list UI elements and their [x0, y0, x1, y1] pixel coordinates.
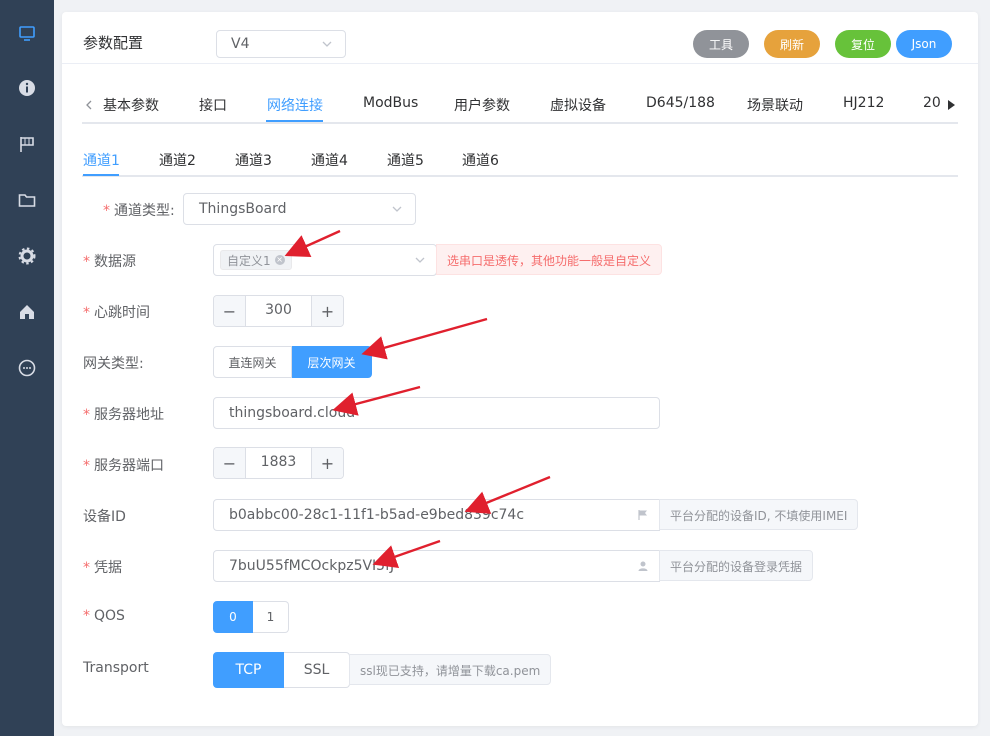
chevron-down-icon [392, 206, 402, 212]
server-address-label: * 服务器地址 [83, 407, 164, 423]
version-select[interactable]: V4 [216, 30, 346, 58]
qos-label: * QOS [83, 608, 125, 624]
flag-icon[interactable] [17, 134, 37, 154]
tab-20[interactable]: 20 [923, 95, 941, 111]
sidebar [0, 0, 54, 736]
chevron-down-icon [322, 41, 332, 47]
right-panel [990, 0, 997, 736]
data-source-label: * 数据源 [83, 254, 136, 270]
credential-label: * 凭据 [83, 560, 122, 576]
tab-hj212[interactable]: HJ212 [843, 95, 884, 111]
tab-channel-4[interactable]: 通道4 [311, 150, 348, 170]
qos-option-0[interactable]: 0 [213, 601, 253, 633]
transport-label: Transport [83, 660, 149, 676]
decrement-button[interactable]: − [214, 448, 246, 478]
channel-type-select[interactable]: ThingsBoard [183, 193, 416, 225]
tab-channel-6[interactable]: 通道6 [462, 150, 499, 170]
chevron-down-icon [415, 257, 425, 263]
page-title: 参数配置 [83, 34, 144, 52]
version-value: V4 [231, 36, 250, 52]
server-port-value[interactable]: 1883 [246, 454, 311, 470]
heartbeat-label: * 心跳时间 [83, 305, 150, 321]
transport-hint: ssl现已支持，请增量下载ca.pem [349, 654, 552, 685]
json-button[interactable]: Json [896, 30, 952, 58]
tab-basic-params[interactable]: 基本参数 [103, 95, 159, 115]
flag-icon [638, 510, 647, 520]
qos-option-1[interactable]: 1 [253, 601, 289, 633]
main-tabs: 基本参数 接口 网络连接 ModBus 用户参数 虚拟设备 D645/188 场… [82, 90, 958, 124]
tab-virtual-device[interactable]: 虚拟设备 [550, 95, 606, 115]
qos-radio: 0 1 [213, 601, 289, 633]
gateway-type-label: 网关类型: [83, 356, 144, 372]
credential-input[interactable]: 7buU55fMCOckpz5VI5fJ [213, 550, 660, 582]
server-address-input[interactable]: thingsboard.cloud [213, 397, 660, 429]
tab-interface[interactable]: 接口 [199, 95, 227, 115]
device-id-hint: 平台分配的设备ID, 不填使用IMEI [659, 499, 859, 530]
channel-type-label: * 通道类型: [103, 203, 175, 219]
tab-channel-3[interactable]: 通道3 [235, 150, 272, 170]
gateway-type-radio: 直连网关 层次网关 [213, 346, 372, 378]
tab-network[interactable]: 网络连接 [267, 95, 323, 115]
data-source-tag: 自定义1 × [220, 250, 292, 270]
user-icon [638, 561, 648, 571]
monitor-icon[interactable] [17, 23, 37, 43]
data-source-select[interactable]: 自定义1 × [213, 244, 437, 276]
credential-hint: 平台分配的设备登录凭据 [659, 550, 814, 581]
gateway-direct-option[interactable]: 直连网关 [213, 346, 292, 378]
increment-button[interactable]: + [311, 296, 343, 326]
device-id-input[interactable]: b0abbc00-28c1-11f1-b5ad-e9bed839c74c [213, 499, 660, 531]
server-port-stepper[interactable]: − 1883 + [213, 447, 344, 479]
decrement-button[interactable]: − [214, 296, 246, 326]
device-id-label: 设备ID [83, 509, 126, 525]
active-tab-underline [266, 120, 323, 122]
config-card: 参数配置 V4 工具 刷新 复位 Json 基本参数 接口 网络连接 ModBu… [62, 12, 978, 726]
increment-button[interactable]: + [311, 448, 343, 478]
chat-icon[interactable] [17, 358, 37, 378]
refresh-button[interactable]: 刷新 [764, 30, 820, 58]
active-channel-underline [83, 174, 119, 176]
tab-modbus[interactable]: ModBus [363, 95, 418, 111]
data-source-hint: 选串口是透传，其他功能一般是自定义 [436, 244, 663, 275]
home-icon[interactable] [17, 302, 37, 322]
heartbeat-stepper[interactable]: − 300 + [213, 295, 344, 327]
transport-tcp-option[interactable]: TCP [213, 652, 284, 688]
server-port-label: * 服务器端口 [83, 458, 164, 474]
info-icon[interactable] [17, 78, 37, 98]
channel-tabs: 通道1 通道2 通道3 通道4 通道5 通道6 [82, 147, 958, 177]
tab-d645[interactable]: D645/188 [646, 95, 715, 111]
card-header: 参数配置 V4 工具 刷新 复位 Json [62, 12, 978, 64]
heartbeat-value[interactable]: 300 [246, 302, 311, 318]
gateway-hierarchical-option[interactable]: 层次网关 [292, 346, 372, 378]
tab-channel-5[interactable]: 通道5 [387, 150, 424, 170]
reset-button[interactable]: 复位 [835, 30, 891, 58]
close-icon[interactable]: × [274, 255, 285, 265]
caret-right-icon[interactable] [946, 99, 956, 111]
tab-channel-1[interactable]: 通道1 [83, 150, 120, 170]
tools-button[interactable]: 工具 [693, 30, 749, 58]
transport-radio: TCP SSL [213, 652, 350, 688]
tab-channel-2[interactable]: 通道2 [159, 150, 196, 170]
transport-ssl-option[interactable]: SSL [284, 652, 350, 688]
tab-scene-linkage[interactable]: 场景联动 [747, 95, 803, 115]
folder-icon[interactable] [17, 190, 37, 210]
gear-icon[interactable] [17, 246, 37, 266]
tab-user-params[interactable]: 用户参数 [454, 95, 510, 115]
chevron-left-icon[interactable] [84, 99, 94, 111]
